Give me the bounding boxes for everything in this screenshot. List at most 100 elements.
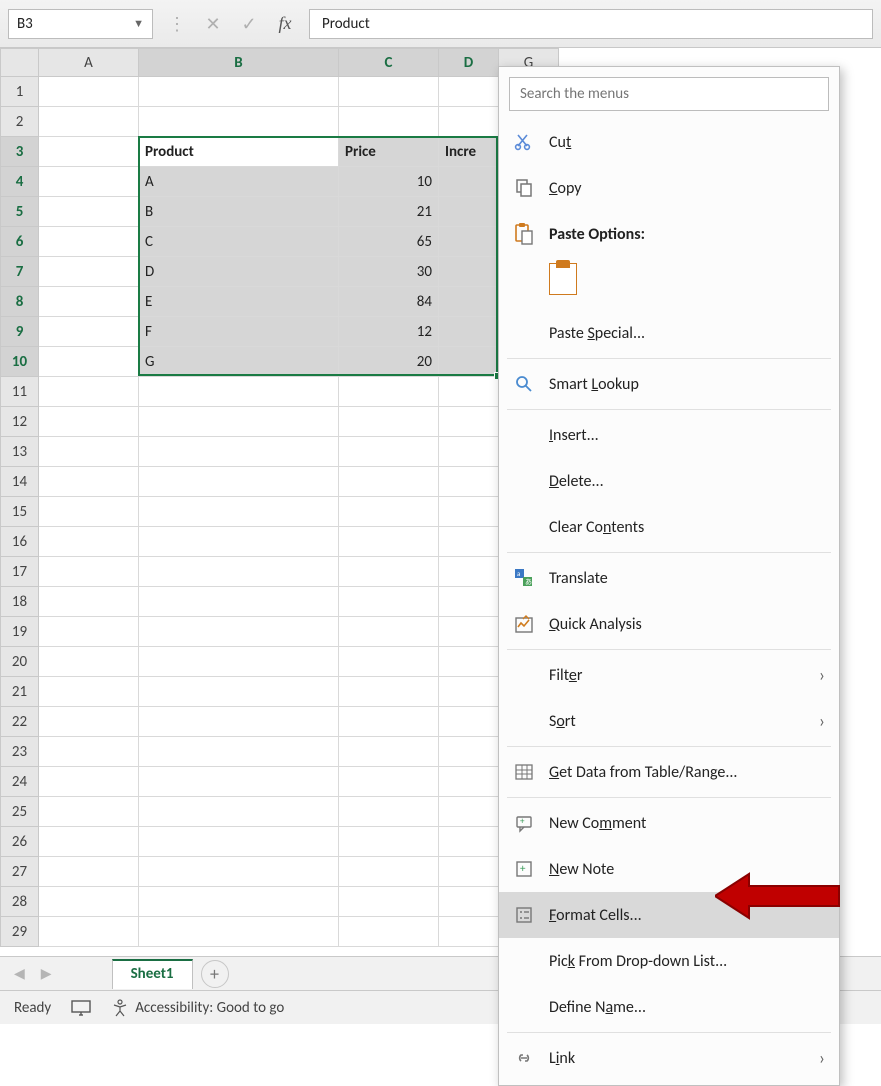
- cell-A27[interactable]: [39, 857, 139, 887]
- menu-get-data[interactable]: Get Data from Table/Range...: [499, 749, 839, 795]
- cell-D6[interactable]: [439, 227, 499, 257]
- cell-B17[interactable]: [139, 557, 339, 587]
- cell-A14[interactable]: [39, 467, 139, 497]
- cell-B2[interactable]: [139, 107, 339, 137]
- tab-nav-left[interactable]: ◀: [10, 965, 29, 982]
- cell-A21[interactable]: [39, 677, 139, 707]
- menu-new-note[interactable]: + New Note: [499, 846, 839, 892]
- cell-C5[interactable]: 21: [339, 197, 439, 227]
- tab-nav-right[interactable]: ▶: [37, 965, 56, 982]
- cell-C21[interactable]: [339, 677, 439, 707]
- menu-pick-dropdown[interactable]: Pick From Drop-down List...: [499, 938, 839, 984]
- cell-D12[interactable]: [439, 407, 499, 437]
- row-header-28[interactable]: 28: [1, 887, 39, 917]
- row-header-10[interactable]: 10: [1, 347, 39, 377]
- cell-B11[interactable]: [139, 377, 339, 407]
- cell-B19[interactable]: [139, 617, 339, 647]
- cell-B7[interactable]: D: [139, 257, 339, 287]
- cell-D11[interactable]: [439, 377, 499, 407]
- cell-B5[interactable]: B: [139, 197, 339, 227]
- cell-C23[interactable]: [339, 737, 439, 767]
- cell-B27[interactable]: [139, 857, 339, 887]
- row-header-22[interactable]: 22: [1, 707, 39, 737]
- cell-D27[interactable]: [439, 857, 499, 887]
- cell-D21[interactable]: [439, 677, 499, 707]
- cell-C27[interactable]: [339, 857, 439, 887]
- menu-cut[interactable]: Cut: [499, 119, 839, 165]
- cell-B3[interactable]: Product: [139, 137, 339, 167]
- display-settings-icon[interactable]: [71, 1000, 91, 1016]
- cell-D19[interactable]: [439, 617, 499, 647]
- cell-A2[interactable]: [39, 107, 139, 137]
- menu-format-cells[interactable]: Format Cells...: [499, 892, 839, 938]
- menu-copy[interactable]: Copy: [499, 165, 839, 211]
- cell-C28[interactable]: [339, 887, 439, 917]
- cell-D17[interactable]: [439, 557, 499, 587]
- sheet-tab-active[interactable]: Sheet1: [112, 959, 193, 989]
- chevron-down-icon[interactable]: ▼: [133, 17, 144, 30]
- cell-C19[interactable]: [339, 617, 439, 647]
- row-header-14[interactable]: 14: [1, 467, 39, 497]
- name-box[interactable]: B3 ▼: [8, 9, 153, 39]
- cell-C25[interactable]: [339, 797, 439, 827]
- spreadsheet-grid[interactable]: ABCDG123ProductPriceIncre4A105B216C657D3…: [0, 48, 881, 942]
- cell-C14[interactable]: [339, 467, 439, 497]
- cell-A18[interactable]: [39, 587, 139, 617]
- cell-B14[interactable]: [139, 467, 339, 497]
- cell-C3[interactable]: Price: [339, 137, 439, 167]
- row-header-1[interactable]: 1: [1, 77, 39, 107]
- menu-delete[interactable]: Delete...: [499, 458, 839, 504]
- cell-D13[interactable]: [439, 437, 499, 467]
- row-header-2[interactable]: 2: [1, 107, 39, 137]
- cell-D7[interactable]: [439, 257, 499, 287]
- cell-B6[interactable]: C: [139, 227, 339, 257]
- cell-B20[interactable]: [139, 647, 339, 677]
- cell-A9[interactable]: [39, 317, 139, 347]
- row-header-5[interactable]: 5: [1, 197, 39, 227]
- paste-option-normal[interactable]: [499, 257, 839, 310]
- cell-B25[interactable]: [139, 797, 339, 827]
- cell-D3[interactable]: Incre: [439, 137, 499, 167]
- col-header-C[interactable]: C: [339, 49, 439, 77]
- cell-A15[interactable]: [39, 497, 139, 527]
- cell-B18[interactable]: [139, 587, 339, 617]
- cell-D23[interactable]: [439, 737, 499, 767]
- fx-icon[interactable]: fx: [273, 13, 297, 34]
- cell-C22[interactable]: [339, 707, 439, 737]
- cell-A8[interactable]: [39, 287, 139, 317]
- cell-A22[interactable]: [39, 707, 139, 737]
- cell-C17[interactable]: [339, 557, 439, 587]
- row-header-11[interactable]: 11: [1, 377, 39, 407]
- cell-B13[interactable]: [139, 437, 339, 467]
- add-sheet-button[interactable]: +: [201, 960, 229, 988]
- cell-A5[interactable]: [39, 197, 139, 227]
- row-header-3[interactable]: 3: [1, 137, 39, 167]
- cell-D1[interactable]: [439, 77, 499, 107]
- cell-A11[interactable]: [39, 377, 139, 407]
- row-header-27[interactable]: 27: [1, 857, 39, 887]
- cell-A13[interactable]: [39, 437, 139, 467]
- cell-A6[interactable]: [39, 227, 139, 257]
- cell-A29[interactable]: [39, 917, 139, 947]
- cell-B28[interactable]: [139, 887, 339, 917]
- cell-C11[interactable]: [339, 377, 439, 407]
- cell-C4[interactable]: 10: [339, 167, 439, 197]
- menu-quick-analysis[interactable]: Quick Analysis: [499, 601, 839, 647]
- cell-A20[interactable]: [39, 647, 139, 677]
- row-header-18[interactable]: 18: [1, 587, 39, 617]
- cell-B24[interactable]: [139, 767, 339, 797]
- menu-search-input[interactable]: [509, 77, 829, 111]
- row-header-13[interactable]: 13: [1, 437, 39, 467]
- menu-filter[interactable]: Filter›: [499, 652, 839, 698]
- cell-B12[interactable]: [139, 407, 339, 437]
- cell-C8[interactable]: 84: [339, 287, 439, 317]
- cell-D25[interactable]: [439, 797, 499, 827]
- menu-clear[interactable]: Clear Contents: [499, 504, 839, 550]
- cell-C9[interactable]: 12: [339, 317, 439, 347]
- cell-A25[interactable]: [39, 797, 139, 827]
- cell-C10[interactable]: 20: [339, 347, 439, 377]
- row-header-6[interactable]: 6: [1, 227, 39, 257]
- cell-D4[interactable]: [439, 167, 499, 197]
- row-header-16[interactable]: 16: [1, 527, 39, 557]
- cell-D28[interactable]: [439, 887, 499, 917]
